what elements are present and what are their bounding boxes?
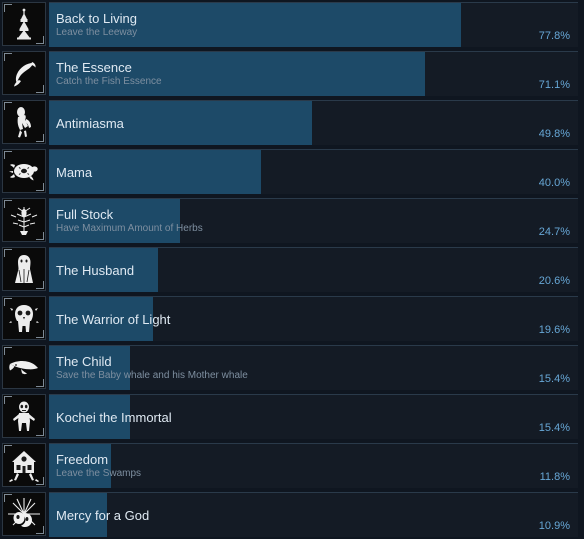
achievement-progress-fill <box>49 297 153 341</box>
achievement-progress-fill <box>49 346 131 390</box>
achievement-progress-bar: Back to Living Leave the Leeway 77.8% <box>49 2 578 47</box>
achievement-progress-bar: The Husband 20.6% <box>49 247 578 292</box>
achievement-progress-bar: Full Stock Have Maximum Amount of Herbs 24… <box>49 198 578 243</box>
hooded-figure-icon <box>2 247 46 291</box>
achievement-row[interactable]: Antimiasma 49.8% <box>0 98 584 147</box>
achievement-row[interactable]: Back to Living Leave the Leeway 77.8% <box>0 0 584 49</box>
achievement-row[interactable]: Freedom Leave the Swamps 11.8% <box>0 441 584 490</box>
achievement-progress-bar: The Warrior of Light 19.6% <box>49 296 578 341</box>
achievement-percent: 20.6% <box>538 275 570 287</box>
achievement-progress-bar: Freedom Leave the Swamps 11.8% <box>49 443 578 488</box>
achievement-row[interactable]: The Warrior of Light 19.6% <box>0 294 584 343</box>
radiant-idol-icon <box>2 492 46 536</box>
achievement-percent: 19.6% <box>538 324 570 336</box>
whale-icon <box>2 345 46 389</box>
achievement-percent: 11.8% <box>539 471 570 483</box>
achievement-percent: 49.8% <box>538 128 570 140</box>
hut-on-legs-icon <box>2 443 46 487</box>
achievement-percent: 15.4% <box>538 422 570 434</box>
achievement-progress-bar: The Child Save the Baby whale and his Mot… <box>49 345 578 390</box>
lighthouse-tower-icon <box>2 2 46 46</box>
achievement-progress-fill <box>49 150 261 194</box>
achievement-title: Freedom <box>56 452 109 467</box>
achievement-title: Mercy for a God <box>56 507 150 523</box>
achievement-progress-fill <box>49 444 112 488</box>
achievement-progress-fill <box>49 101 313 145</box>
achievement-row[interactable]: The Essence Catch the Fish Essence 71.1% <box>0 49 584 98</box>
achievement-progress-fill <box>49 199 180 243</box>
achievement-progress-bar: Mama 40.0% <box>49 149 578 194</box>
achievement-percent: 71.1% <box>538 79 570 91</box>
warrior-skull-icon <box>2 296 46 340</box>
achievement-text: Mercy for a God <box>56 493 508 537</box>
fish-icon <box>2 51 46 95</box>
achievement-row[interactable]: The Husband 20.6% <box>0 245 584 294</box>
achievement-progress-fill <box>49 3 461 47</box>
herb-plant-icon <box>2 198 46 242</box>
achievement-percent: 15.4% <box>538 373 570 385</box>
achievement-row[interactable]: Mama 40.0% <box>0 147 584 196</box>
achievement-text: Freedom Leave the Swamps <box>56 444 508 488</box>
achievement-progress-fill <box>49 52 426 96</box>
achievement-percent: 40.0% <box>538 177 570 189</box>
achievement-description: Leave the Swamps <box>56 468 142 479</box>
achievement-progress-bar: Mercy for a God 10.9% <box>49 492 578 537</box>
creature-figure-icon <box>2 100 46 144</box>
skeleton-figure-icon <box>2 394 46 438</box>
achievement-progress-fill <box>49 248 158 292</box>
achievement-row[interactable]: The Child Save the Baby whale and his Mot… <box>0 343 584 392</box>
achievement-progress-bar: Kochei the Immortal 15.4% <box>49 394 578 439</box>
achievement-progress-fill <box>49 395 131 439</box>
achievement-row[interactable]: Full Stock Have Maximum Amount of Herbs 24… <box>0 196 584 245</box>
achievement-progress-fill <box>49 493 107 537</box>
achievement-row[interactable]: Mercy for a God 10.9% <box>0 490 584 539</box>
achievement-percent: 77.8% <box>538 30 570 42</box>
achievement-list: Back to Living Leave the Leeway 77.8% The E… <box>0 0 584 539</box>
achievement-percent: 24.7% <box>538 226 570 238</box>
achievement-progress-bar: Antimiasma 49.8% <box>49 100 578 145</box>
achievement-row[interactable]: Kochei the Immortal 15.4% <box>0 392 584 441</box>
achievement-progress-bar: The Essence Catch the Fish Essence 71.1% <box>49 51 578 96</box>
achievement-percent: 10.9% <box>538 520 570 532</box>
turtle-icon <box>2 149 46 193</box>
